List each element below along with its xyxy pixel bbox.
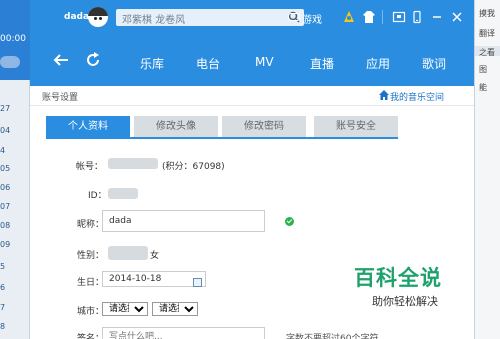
nickname-label: 昵称： — [77, 220, 105, 230]
minimize-icon[interactable] — [430, 10, 444, 24]
watermark-subtitle: 助你轻松解决 — [372, 295, 438, 308]
gender-label: 性别： — [77, 251, 105, 261]
side-item[interactable]: 摸我 — [479, 8, 495, 19]
nav-item-radio[interactable]: 电台 — [196, 55, 220, 72]
back-arrow-icon[interactable] — [52, 51, 70, 69]
points-text: (积分：67098) — [162, 162, 225, 172]
list-number: 7 — [0, 303, 6, 312]
music-space-link[interactable]: 我的音乐空间 — [390, 90, 444, 103]
list-number: 27 — [0, 104, 11, 113]
list-number: 06 — [0, 183, 11, 192]
tab-change-password[interactable]: 修改密码 — [222, 116, 306, 137]
list-number: 8 — [0, 322, 6, 331]
account-label: 帐号： — [76, 162, 104, 172]
list-number: 5 — [0, 262, 6, 271]
calendar-icon[interactable] — [193, 278, 202, 287]
signature-label: 签名： — [77, 334, 105, 339]
tab-profile[interactable]: 个人资料 — [46, 116, 130, 137]
gender-value: 女 — [150, 251, 160, 261]
avatar[interactable] — [88, 7, 108, 27]
birthday-label: 生日： — [77, 278, 105, 288]
divider — [30, 105, 474, 106]
divider — [382, 10, 383, 24]
birthday-field[interactable] — [102, 271, 206, 287]
city-label: 城市： — [77, 307, 105, 317]
watermark: 百科全说 助你轻松解决 — [346, 256, 464, 314]
background-window-right: 摸我 翻译 之看 图 能 — [474, 0, 500, 339]
id-label: ID： — [88, 191, 107, 201]
list-number: 6 — [0, 283, 6, 292]
search-input[interactable]: 邓紫棋 龙卷风 — [122, 11, 185, 26]
side-item[interactable]: 之看 — [479, 47, 495, 58]
side-item[interactable]: 翻译 — [479, 28, 495, 39]
birthday-input[interactable] — [103, 272, 205, 286]
nickname-input[interactable] — [103, 211, 264, 231]
signature-field[interactable] — [102, 327, 265, 339]
check-icon — [285, 217, 294, 226]
list-number: 04 — [0, 126, 11, 135]
home-icon[interactable] — [378, 89, 390, 101]
clock-text: 00:00 — [0, 34, 26, 44]
toggle-switch[interactable] — [0, 56, 20, 68]
account-value-redacted — [108, 158, 158, 169]
list-number: 08 — [0, 221, 11, 230]
title-bar: dada 邓紫棋 龙卷风 游戏 — [30, 0, 474, 34]
nav-item-apps[interactable]: 应用 — [366, 55, 390, 72]
breadcrumb: 账号设置 — [42, 93, 79, 103]
shirt-icon[interactable] — [362, 10, 376, 24]
nav-item-music-library[interactable]: 乐库 — [140, 55, 164, 72]
province-select[interactable]: 请选择 — [102, 302, 148, 316]
tab-account-security[interactable]: 账号安全 — [314, 116, 398, 137]
phone-icon[interactable] — [410, 10, 424, 24]
side-item[interactable]: 能 — [479, 82, 487, 93]
tab-change-avatar[interactable]: 修改头像 — [134, 116, 218, 137]
game-button[interactable]: 游戏 — [288, 10, 328, 26]
skin-icon[interactable] — [342, 10, 356, 24]
list-number: 09 — [0, 240, 11, 249]
gamepad-icon — [288, 13, 300, 21]
mini-player-icon[interactable] — [392, 10, 406, 24]
nav-item-lyrics[interactable]: 歌词 — [422, 55, 446, 72]
tab-underline — [46, 137, 398, 139]
background-window-left: 00:00 27 04 4 05 06 07 08 09 5 6 7 8 — [0, 0, 30, 339]
watermark-title: 百科全说 — [354, 266, 442, 290]
list-number: 07 — [0, 202, 11, 211]
nav-item-live[interactable]: 直播 — [310, 55, 334, 72]
gender-options-redacted[interactable] — [108, 246, 148, 260]
refresh-icon[interactable] — [84, 51, 102, 69]
main-navigation: 乐库 电台 MV 直播 应用 歌词 — [30, 34, 474, 86]
signature-hint: 字数不要超过60个字符 — [286, 334, 379, 339]
close-icon[interactable] — [450, 10, 464, 24]
search-box[interactable]: 邓紫棋 龙卷风 — [116, 9, 304, 26]
nickname-field[interactable] — [102, 210, 265, 232]
list-number: 4 — [0, 146, 6, 155]
side-item[interactable]: 图 — [479, 64, 487, 75]
nav-item-mv[interactable]: MV — [255, 55, 274, 69]
id-value-redacted — [108, 188, 138, 199]
list-number: 05 — [0, 164, 11, 173]
username[interactable]: dada — [64, 12, 89, 22]
signature-input[interactable] — [103, 328, 264, 339]
city-select[interactable]: 请选择 — [152, 302, 198, 316]
